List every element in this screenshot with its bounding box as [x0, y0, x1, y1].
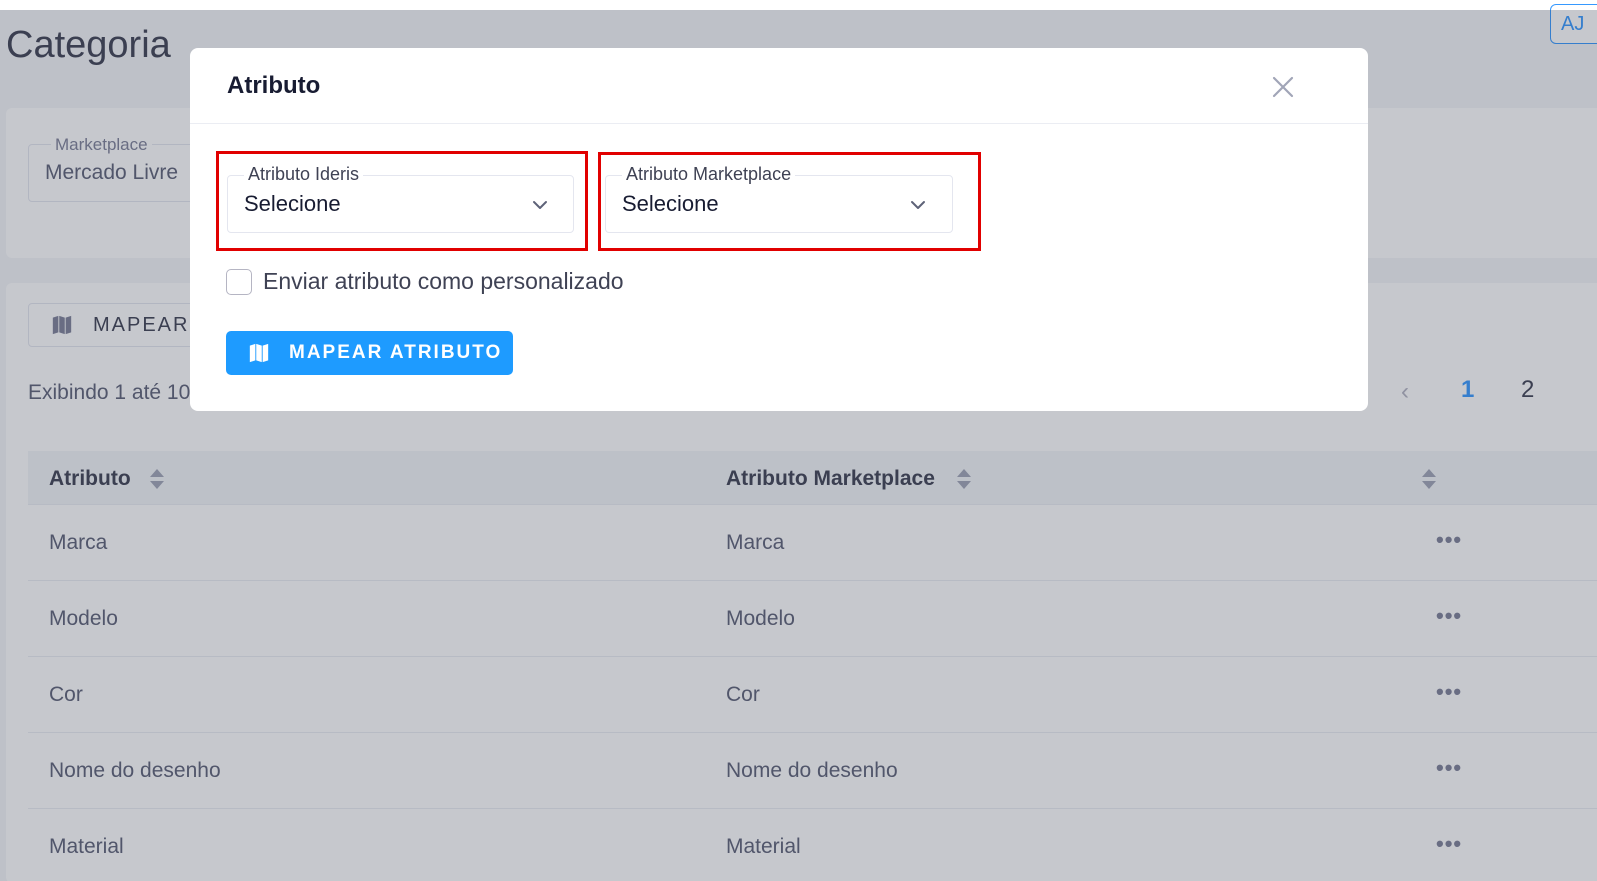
atributo-marketplace-select[interactable]: Atributo Marketplace Selecione — [605, 164, 953, 233]
chevron-down-icon — [533, 201, 547, 209]
atributo-ideris-label: Atributo Ideris — [244, 164, 364, 185]
atributo-ideris-value: Selecione — [244, 191, 341, 216]
map-icon — [249, 343, 269, 363]
custom-attribute-label[interactable]: Enviar atributo como personalizado — [263, 268, 624, 295]
map-attribute-button[interactable]: MAPEAR ATRIBUTO — [226, 331, 513, 375]
atributo-marketplace-value: Selecione — [622, 191, 719, 216]
close-icon[interactable] — [1270, 74, 1296, 100]
browser-top-strip — [0, 0, 1597, 10]
modal-title: Atributo — [227, 72, 321, 99]
modal-header: Atributo — [190, 48, 1368, 124]
atributo-marketplace-label: Atributo Marketplace — [622, 164, 796, 185]
map-attribute-button-label: MAPEAR ATRIBUTO — [289, 342, 503, 363]
chevron-down-icon — [911, 201, 925, 209]
atributo-ideris-select[interactable]: Atributo Ideris Selecione — [227, 164, 574, 233]
custom-attribute-checkbox[interactable] — [226, 269, 252, 295]
attribute-modal: Atributo Atributo Ideris Selecione Atrib… — [190, 48, 1368, 411]
